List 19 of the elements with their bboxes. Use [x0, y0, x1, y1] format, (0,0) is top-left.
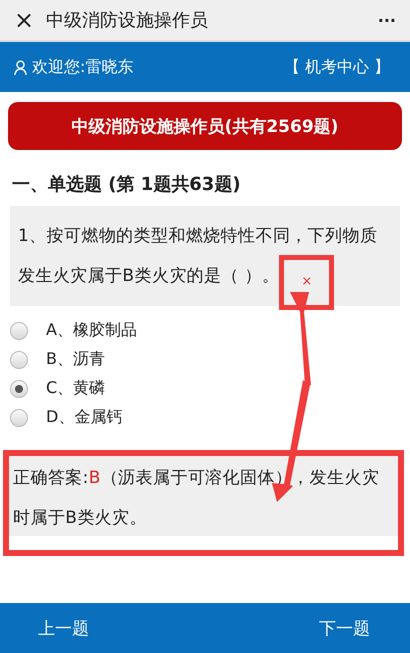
radio-button[interactable] — [10, 350, 28, 368]
exam-title-banner: 中级消防设施操作员(共有2569题) — [8, 102, 402, 150]
user-icon — [14, 60, 27, 74]
option-label: C、黄磷 — [46, 378, 106, 399]
more-button[interactable]: ··· — [378, 10, 396, 30]
option-label: B、沥青 — [46, 349, 105, 370]
previous-button[interactable]: 上一题 — [38, 616, 89, 640]
close-button[interactable]: × — [14, 8, 34, 32]
next-button[interactable]: 下一题 — [319, 616, 370, 640]
radio-button[interactable] — [10, 380, 28, 398]
section-heading: 一、单选题 (第 1题共63题) — [12, 173, 242, 196]
wrong-mark: × — [301, 273, 313, 292]
option-label: D、金属钙 — [46, 407, 122, 428]
option-label: A、橡胶制品 — [46, 320, 137, 341]
exam-center-link[interactable]: 【 机考中心 】 — [284, 56, 390, 78]
radio-button[interactable] — [10, 408, 28, 426]
welcome-text: 欢迎您:雷晓东 — [32, 56, 134, 78]
window-title: 中级消防设施操作员 — [46, 9, 210, 32]
radio-button[interactable] — [10, 322, 28, 340]
